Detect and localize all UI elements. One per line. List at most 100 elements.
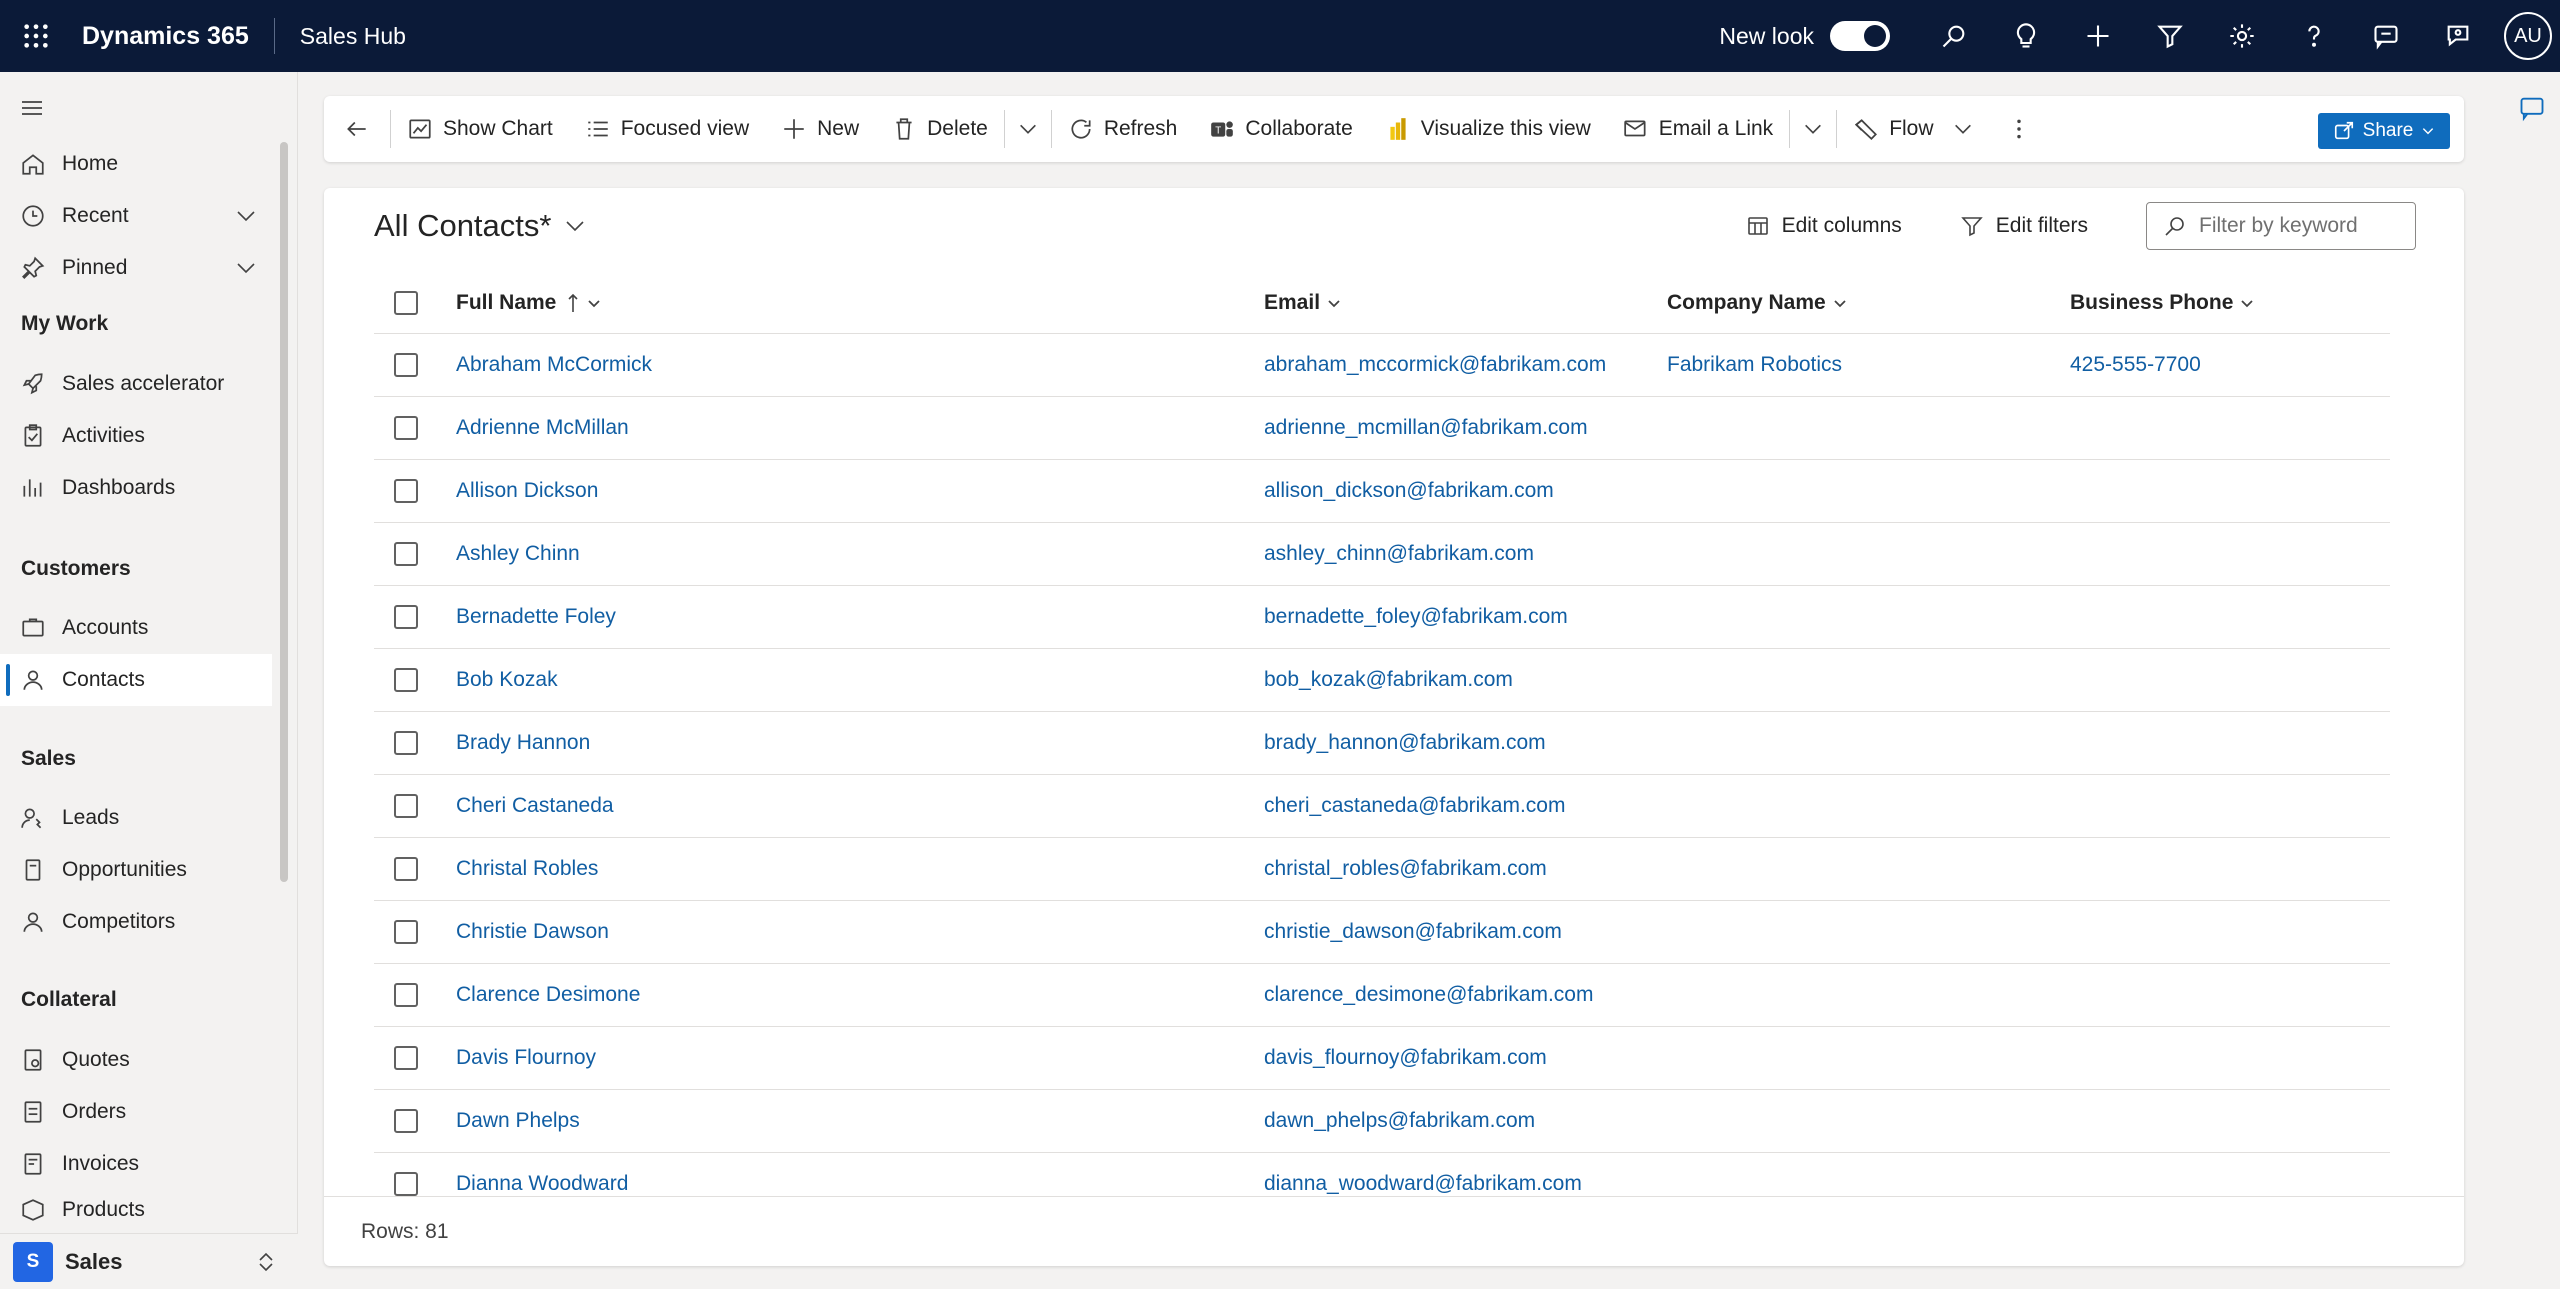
filter-by-keyword[interactable] [2146,202,2416,250]
row-checkbox[interactable] [394,479,418,503]
email-link-dropdown-button[interactable] [1790,96,1836,162]
row-checkbox[interactable] [394,668,418,692]
email-link[interactable]: allison_dickson@fabrikam.com [1264,479,1554,503]
table-row[interactable]: Clarence Desimone clarence_desimone@fabri… [374,964,2390,1027]
refresh-button[interactable]: Refresh [1052,96,1194,162]
edit-filters-button[interactable]: Edit filters [1960,214,2088,238]
nav-item-orders[interactable]: Orders [0,1086,272,1138]
share-button[interactable]: Share [2318,113,2450,149]
row-checkbox[interactable] [394,920,418,944]
contact-name-link[interactable]: Brady Hannon [456,731,590,755]
email-link-button[interactable]: Email a Link [1607,96,1789,162]
contact-name-link[interactable]: Bernadette Foley [456,605,616,629]
contact-name-link[interactable]: Ashley Chinn [456,542,580,566]
table-row[interactable]: Christie Dawson christie_dawson@fabrikam.… [374,901,2390,964]
table-row[interactable]: Dianna Woodward dianna_woodward@fabrikam.… [374,1153,2390,1198]
assistant-button[interactable] [1990,0,2062,72]
contact-name-link[interactable]: Allison Dickson [456,479,598,503]
table-row[interactable]: Bernadette Foley bernadette_foley@fabrika… [374,586,2390,649]
email-link[interactable]: bernadette_foley@fabrikam.com [1264,605,1568,629]
row-checkbox[interactable] [394,416,418,440]
delete-button[interactable]: Delete [875,96,1004,162]
row-checkbox[interactable] [394,605,418,629]
area-switcher[interactable]: S Sales [0,1233,298,1289]
nav-item-dashboards[interactable]: Dashboards [0,462,272,514]
back-button[interactable] [324,96,390,162]
contact-name-link[interactable]: Davis Flournoy [456,1046,596,1070]
more-dropdown-button[interactable] [1005,96,1051,162]
nav-item-pinned[interactable]: Pinned [0,242,272,294]
email-link[interactable]: cheri_castaneda@fabrikam.com [1264,794,1565,818]
avatar[interactable]: AU [2504,12,2552,60]
show-chart-button[interactable]: Show Chart [391,96,569,162]
new-look-toggle[interactable] [1830,21,1890,51]
row-checkbox[interactable] [394,857,418,881]
chevron-down-icon[interactable] [234,204,258,228]
email-link[interactable]: adrienne_mcmillan@fabrikam.com [1264,416,1588,440]
table-row[interactable]: Abraham McCormick abraham_mccormick@fabri… [374,334,2390,397]
help-button[interactable] [2278,0,2350,72]
contact-name-link[interactable]: Abraham McCormick [456,353,652,377]
search-button[interactable] [1918,0,1990,72]
nav-scrollbar[interactable] [280,142,288,882]
copilot-button[interactable] [2422,0,2494,72]
nav-item-activities[interactable]: Activities [0,410,272,462]
row-checkbox[interactable] [394,353,418,377]
email-link[interactable]: dawn_phelps@fabrikam.com [1264,1109,1535,1133]
table-row[interactable]: Ashley Chinn ashley_chinn@fabrikam.com [374,523,2390,586]
area-title[interactable]: Sales Hub [300,23,406,50]
email-link[interactable]: christal_robles@fabrikam.com [1264,857,1547,881]
table-row[interactable]: Allison Dickson allison_dickson@fabrikam.… [374,460,2390,523]
row-checkbox[interactable] [394,983,418,1007]
contact-name-link[interactable]: Dianna Woodward [456,1172,628,1196]
select-all-checkbox[interactable] [394,290,418,315]
focused-view-button[interactable]: Focused view [569,96,765,162]
email-link[interactable]: dianna_woodward@fabrikam.com [1264,1172,1582,1196]
nav-item-opportunities[interactable]: Opportunities [0,844,272,896]
visualize-button[interactable]: Visualize this view [1369,96,1607,162]
nav-item-competitors[interactable]: Competitors [0,896,272,948]
column-header-company-name[interactable]: Company Name [1667,291,1848,315]
contact-name-link[interactable]: Christie Dawson [456,920,609,944]
advanced-find-button[interactable] [2134,0,2206,72]
contact-name-link[interactable]: Cheri Castaneda [456,794,614,818]
nav-item-products[interactable]: Products [0,1190,272,1230]
settings-button[interactable] [2206,0,2278,72]
nav-item-leads[interactable]: Leads [0,792,272,844]
table-row[interactable]: Adrienne McMillan adrienne_mcmillan@fabri… [374,397,2390,460]
collaborate-button[interactable]: T Collaborate [1193,96,1368,162]
new-button[interactable]: New [765,96,875,162]
nav-item-contacts[interactable]: Contacts [0,654,272,706]
contact-name-link[interactable]: Bob Kozak [456,668,558,692]
table-row[interactable]: Bob Kozak bob_kozak@fabrikam.com [374,649,2390,712]
column-header-full-name[interactable]: Full Name [456,291,602,315]
contact-name-link[interactable]: Adrienne McMillan [456,416,629,440]
table-row[interactable]: Cheri Castaneda cheri_castaneda@fabrikam.… [374,775,2390,838]
contact-name-link[interactable]: Christal Robles [456,857,598,881]
email-link[interactable]: christie_dawson@fabrikam.com [1264,920,1562,944]
column-header-business-phone[interactable]: Business Phone [2070,291,2255,315]
feedback-button[interactable] [2350,0,2422,72]
email-link[interactable]: bob_kozak@fabrikam.com [1264,668,1513,692]
column-header-email[interactable]: Email [1264,291,1342,315]
company-link[interactable]: Fabrikam Robotics [1667,353,1842,377]
app-launcher-button[interactable] [0,0,72,72]
email-link[interactable]: ashley_chinn@fabrikam.com [1264,542,1534,566]
email-link[interactable]: abraham_mccormick@fabrikam.com [1264,353,1606,377]
nav-item-invoices[interactable]: Invoices [0,1138,272,1190]
row-checkbox[interactable] [394,731,418,755]
contact-name-link[interactable]: Clarence Desimone [456,983,640,1007]
nav-item-quotes[interactable]: Quotes [0,1034,272,1086]
row-checkbox[interactable] [394,542,418,566]
row-checkbox[interactable] [394,1172,418,1196]
chevron-down-icon[interactable] [234,256,258,280]
table-row[interactable]: Christal Robles christal_robles@fabrikam.… [374,838,2390,901]
more-commands-button[interactable] [1990,96,2048,162]
table-row[interactable]: Dawn Phelps dawn_phelps@fabrikam.com [374,1090,2390,1153]
contact-name-link[interactable]: Dawn Phelps [456,1109,580,1133]
table-row[interactable]: Brady Hannon brady_hannon@fabrikam.com [374,712,2390,775]
flow-button[interactable]: Flow [1837,96,1989,162]
chat-icon[interactable] [2518,94,2546,122]
quick-create-button[interactable] [2062,0,2134,72]
row-checkbox[interactable] [394,1109,418,1133]
